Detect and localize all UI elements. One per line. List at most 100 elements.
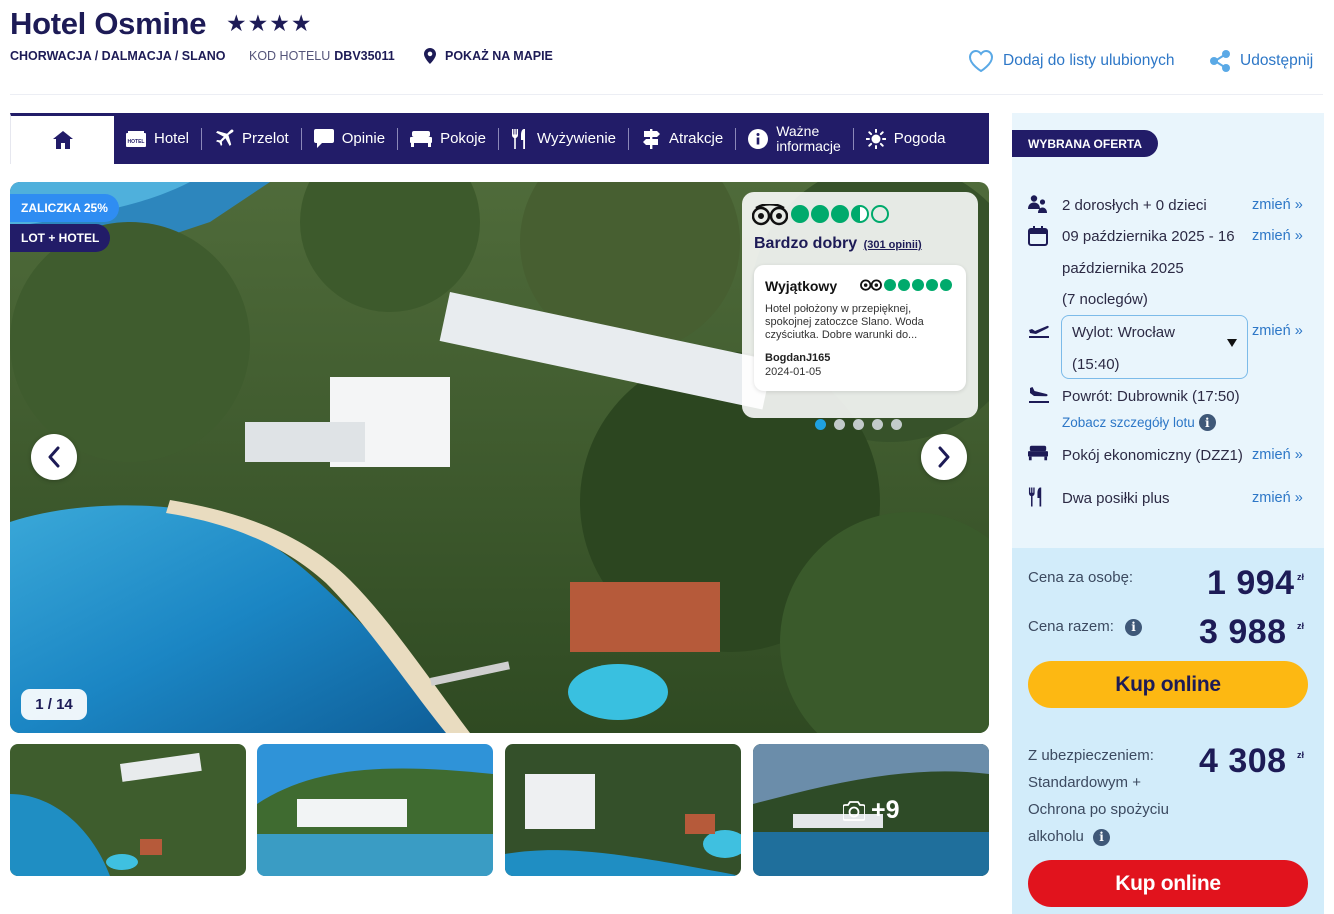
chevron-right-icon <box>938 446 950 468</box>
tab-flight[interactable]: Przelot <box>202 113 301 164</box>
tab-board-label: Wyżywienie <box>536 130 617 147</box>
insurance-line2: Standardowym + <box>1028 774 1141 791</box>
more-photos-count: +9 <box>871 796 900 824</box>
pager-dot[interactable] <box>853 419 864 430</box>
gallery-prev-button[interactable] <box>31 434 77 480</box>
plane-landing-icon <box>1029 387 1049 403</box>
price-total: 3 988 <box>1199 613 1287 651</box>
thumbnail-image <box>257 744 493 876</box>
tab-rooms-label: Pokoje <box>440 130 486 147</box>
plane-takeoff-icon <box>1029 325 1049 338</box>
gallery-thumbnail[interactable] <box>505 744 741 876</box>
pager-dot[interactable] <box>891 419 902 430</box>
cutlery-icon <box>511 128 525 149</box>
heart-icon <box>968 49 994 73</box>
bed-icon <box>1028 445 1048 461</box>
insurance-description: Z ubezpieczeniem: Standardowym + Ochrona… <box>1028 742 1188 850</box>
selected-offer-tag: WYBRANA OFERTA <box>1012 130 1158 157</box>
plane-icon <box>216 128 234 146</box>
hotel-title: Hotel Osmine <box>10 6 207 41</box>
rating-bubble-full <box>791 205 809 223</box>
share-label: Udostępnij <box>1240 52 1314 69</box>
departure-airport-dropdown[interactable]: Wylot: Wrocław (15:40) <box>1061 315 1248 379</box>
favorites-label: Dodaj do listy ulubionych <box>1003 52 1175 69</box>
tab-important-info-label: Ważne informacje <box>776 122 841 154</box>
photo-counter: 1 / 14 <box>21 689 87 720</box>
tripadvisor-owl-icon <box>860 279 882 291</box>
change-guests-link[interactable]: zmień » <box>1252 197 1303 213</box>
pager-dot[interactable] <box>872 419 883 430</box>
info-icon[interactable]: i <box>1125 618 1143 636</box>
pager-dot-active[interactable] <box>815 419 826 430</box>
buy-online-insured-button[interactable]: Kup online <box>1028 860 1308 907</box>
tab-board[interactable]: Wyżywienie <box>499 113 628 164</box>
add-to-favorites-button[interactable]: Dodaj do listy ulubionych <box>968 49 1174 73</box>
gallery-next-button[interactable] <box>921 434 967 480</box>
tab-hotel-label: Hotel <box>154 130 190 147</box>
show-map-link[interactable]: POKAŻ NA MAPIE <box>424 48 553 64</box>
show-map-label: POKAŻ NA MAPIE <box>445 49 553 63</box>
flight-details-link[interactable]: Zobacz szczegóły lotu i <box>1062 414 1216 431</box>
return-row: Powrót: Dubrownik (17:50) <box>1028 386 1240 408</box>
rating-bubble-full <box>912 278 924 291</box>
package-type-badge: LOT + HOTEL <box>10 224 111 252</box>
info-icon[interactable]: i <box>1093 829 1111 846</box>
guests-text: 2 dorosłych + 0 dzieci <box>1062 197 1207 214</box>
review-pager <box>815 419 910 430</box>
breadcrumb[interactable]: CHORWACJA / DALMACJA / SLANO <box>10 49 226 63</box>
hotel-nav-bar: HOTEL Hotel Przelot Opinie Pokoje Wyżywi… <box>10 113 989 164</box>
price-total-label-text: Cena razem: <box>1028 618 1114 635</box>
tab-weather-label: Pogoda <box>893 130 946 147</box>
tab-home[interactable] <box>10 113 114 164</box>
dates-line1: 09 października 2025 - 16 <box>1062 228 1235 245</box>
more-photos-overlay[interactable]: +9 <box>843 796 900 825</box>
tab-info-line1: Ważne <box>776 122 820 139</box>
tab-reviews[interactable]: Opinie <box>302 113 397 164</box>
header-divider <box>10 94 1323 95</box>
tab-info-line2: informacje <box>776 137 841 154</box>
buy-online-button[interactable]: Kup online <box>1028 661 1308 708</box>
home-icon <box>52 131 73 149</box>
info-icon: i <box>1198 414 1216 431</box>
change-dates-link[interactable]: zmień » <box>1252 228 1303 244</box>
price-per-person: 1 994 <box>1207 564 1295 602</box>
share-button[interactable]: Udostępnij <box>1209 49 1313 73</box>
flight-details-label: Zobacz szczegóły lotu <box>1062 415 1195 430</box>
dates-line2: października 2025 <box>1062 260 1184 277</box>
tab-flight-label: Przelot <box>242 130 289 147</box>
svg-text:HOTEL: HOTEL <box>128 139 145 145</box>
currency-label: zł <box>1297 621 1305 631</box>
dates-row: 09 października 2025 - 16 października 2… <box>1028 226 1235 308</box>
review-card-title: Wyjątkowy <box>765 278 838 294</box>
cutlery-icon <box>1028 487 1042 507</box>
reviews-count-link[interactable]: (301 opinii) <box>864 239 922 251</box>
speech-bubble-icon <box>313 129 334 148</box>
change-departure-link[interactable]: zmień » <box>1252 323 1303 339</box>
room-row: Pokój ekonomiczny (DZZ1) <box>1028 445 1243 465</box>
review-author: BogdanJ165 <box>765 352 831 364</box>
tab-weather[interactable]: Pogoda <box>854 113 958 164</box>
rating-bubble-full <box>811 205 829 223</box>
tab-rooms[interactable]: Pokoje <box>398 113 498 164</box>
tripadvisor-review-box: Bardzo dobry (301 opinii) Wyjątkowy Hote… <box>742 192 978 418</box>
review-card[interactable]: Wyjątkowy Hotel położony w przepięknej, … <box>754 265 966 391</box>
hotel-code: KOD HOTELU DBV35011 <box>249 49 395 63</box>
gallery-thumbnail[interactable] <box>10 744 246 876</box>
nights-count: (7 noclegów) <box>1062 291 1148 308</box>
change-room-link[interactable]: zmień » <box>1252 447 1303 463</box>
gallery-thumbnail[interactable] <box>257 744 493 876</box>
tab-attractions[interactable]: Atrakcje <box>629 113 735 164</box>
board-text: Dwa posiłki plus <box>1062 490 1170 507</box>
share-icon <box>1210 50 1230 72</box>
pager-dot[interactable] <box>834 419 845 430</box>
change-board-link[interactable]: zmień » <box>1252 490 1303 506</box>
review-text: Hotel położony w przepięknej, spokojnej … <box>765 303 924 341</box>
review-date: 2024-01-05 <box>765 366 822 378</box>
dropdown-caret-icon <box>1227 339 1237 347</box>
rating-bubble-full <box>926 278 938 291</box>
tab-hotel[interactable]: HOTEL Hotel <box>114 113 201 164</box>
calendar-icon <box>1028 226 1048 246</box>
hotel-stars: ★★★★ <box>226 10 313 36</box>
currency-label: zł <box>1297 572 1305 582</box>
tab-important-info[interactable]: Ważne informacje <box>736 113 853 164</box>
